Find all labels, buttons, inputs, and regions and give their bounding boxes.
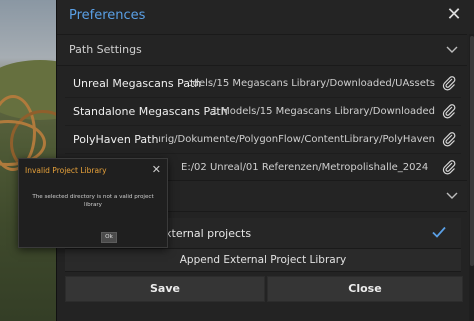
path-row-polyhaven: PolyHaven Path C:/Users/urig/Dokumente/P… [65,126,461,154]
path-settings-title: Path Settings [69,43,142,56]
dialog-title: Invalid Project Library [25,166,107,175]
scrollbar-thumb[interactable] [470,36,474,266]
chevron-down-icon [446,46,458,53]
paperclip-icon[interactable] [441,131,457,147]
paperclip-icon[interactable] [441,103,457,119]
path-field[interactable]: E:/02 Unreal/01 Models/15 Megascans Libr… [211,103,435,120]
path-row-unreal: Unreal Megascans Path E:/02 Unreal/01 Mo… [65,70,461,98]
path-label: Unreal Megascans Path [73,77,202,90]
paperclip-icon[interactable] [441,159,457,175]
preferences-header: Preferences ✕ [57,0,474,34]
dialog-message: The selected directory is not a valid pr… [32,194,154,208]
path-label: Standalone Megascans Path [73,105,228,118]
chevron-down-icon [446,192,458,199]
dialog-header: Invalid Project Library ✕ [19,159,167,183]
preferences-title: Preferences [69,8,146,23]
append-external-library-button[interactable]: Append External Project Library [65,248,461,272]
path-settings-header[interactable]: Path Settings [57,34,467,66]
path-row-standalone: Standalone Megascans Path E:/02 Unreal/0… [65,98,461,126]
scrollbar[interactable] [469,34,474,321]
save-button[interactable]: Save [65,276,265,302]
close-button[interactable]: Close [267,276,463,302]
checkmark-icon[interactable] [431,224,447,240]
path-label: PolyHaven Path [73,133,159,146]
close-icon[interactable]: ✕ [152,163,161,176]
footer-buttons: Save Close [65,276,463,302]
path-field[interactable]: C:/Users/urig/Dokumente/PolygonFlow/Cont… [159,131,435,148]
external-projects-label: xternal projects [165,227,252,240]
close-icon[interactable]: ✕ [445,6,463,24]
path-field[interactable]: E:/02 Unreal/01 Referenzen/Metropolishal… [181,159,435,176]
paperclip-icon[interactable] [441,75,457,91]
invalid-library-dialog: Invalid Project Library ✕ The selected d… [18,158,168,248]
path-field[interactable]: E:/02 Unreal/01 Models/15 Megascans Libr… [189,75,435,92]
ok-button[interactable]: Ok [101,232,117,243]
